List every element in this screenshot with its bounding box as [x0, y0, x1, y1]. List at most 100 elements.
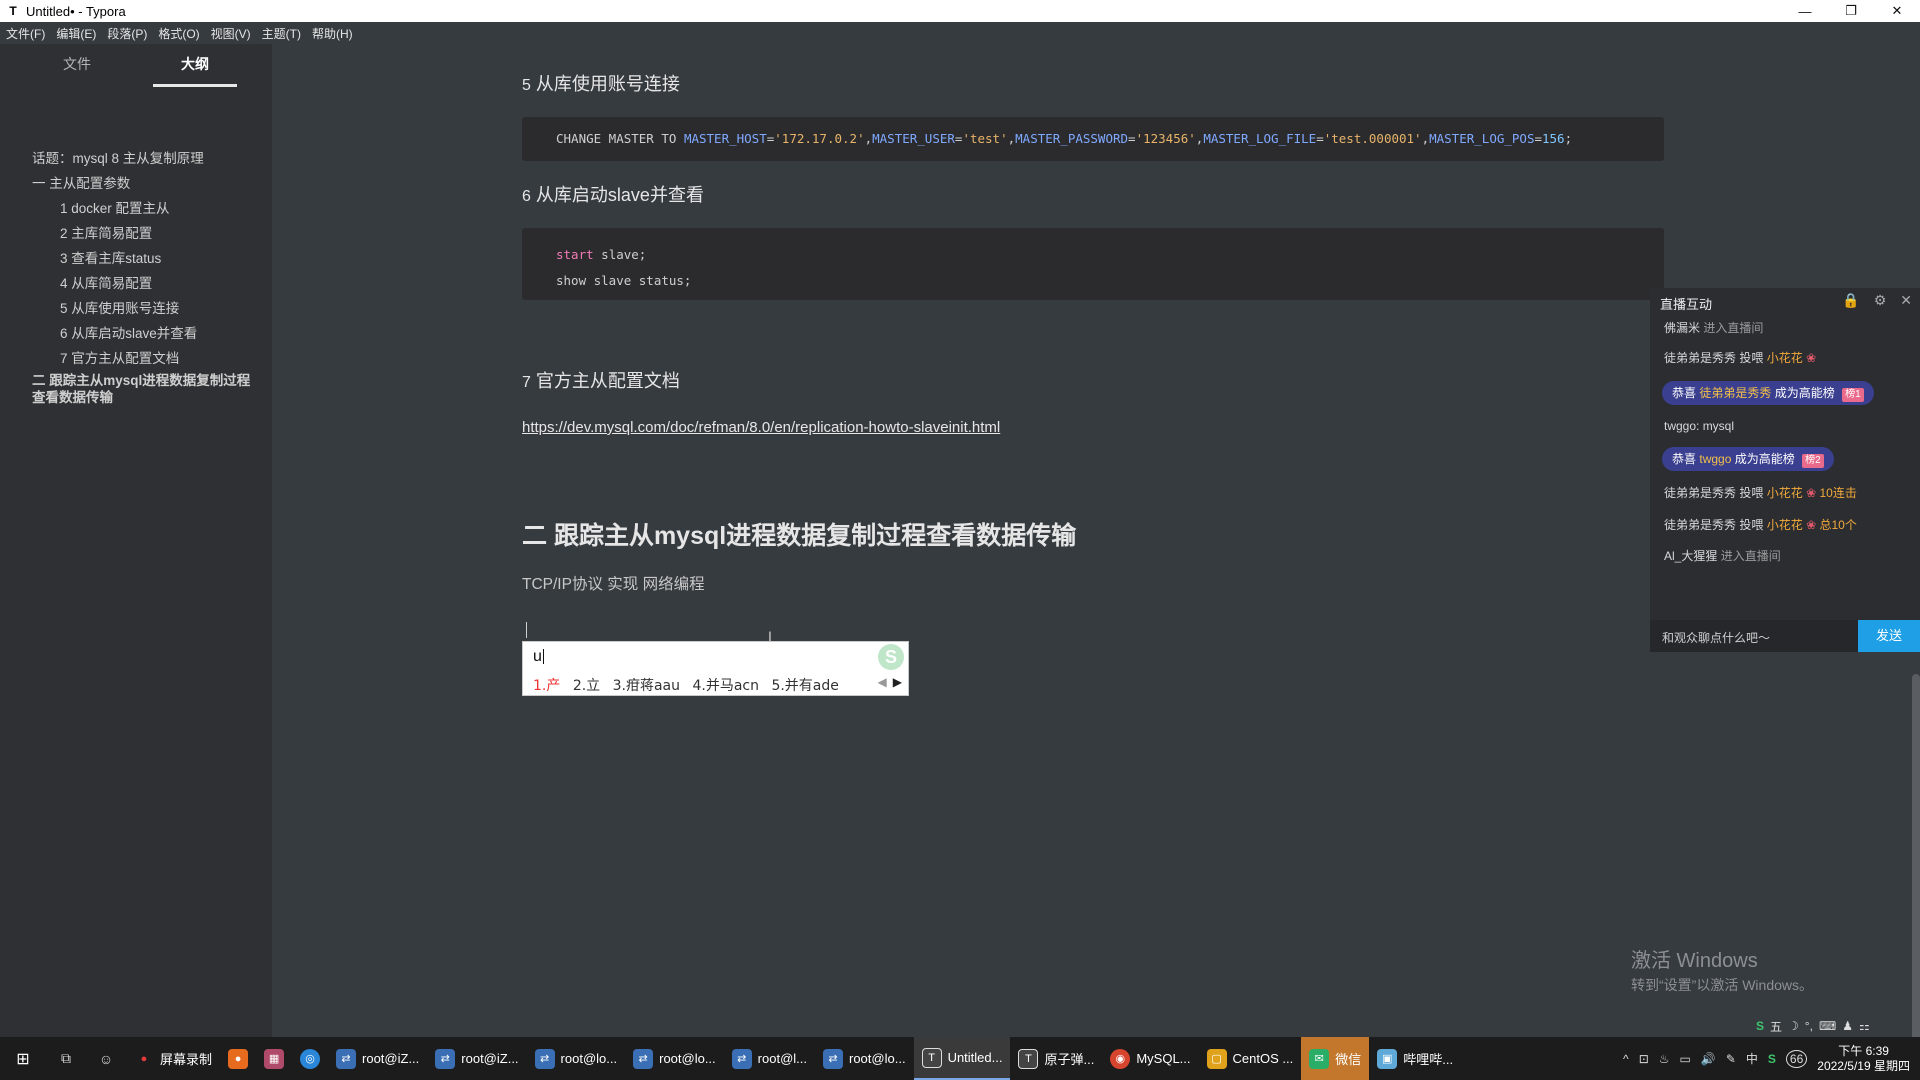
taskbar-item-terminal[interactable]: ⇄ root@lo... — [527, 1037, 626, 1080]
code-block-start-slave[interactable]: start slave; show slave status; — [522, 228, 1664, 300]
menu-format[interactable]: 格式(O) — [158, 25, 199, 42]
outline-item[interactable]: 一 主从配置参数 — [32, 172, 130, 192]
pen-icon[interactable]: ✎ — [1726, 1052, 1736, 1066]
menu-view[interactable]: 视图(V) — [211, 25, 251, 42]
lock-icon[interactable]: 🔒 — [1842, 292, 1859, 309]
outline-item[interactable]: 5 从库使用账号连接 — [60, 297, 179, 317]
flower-icon: ❀ — [1806, 486, 1817, 500]
taskbar-item-sync[interactable]: ◎ — [292, 1037, 328, 1080]
taskbar-item-screen-record[interactable]: ● 屏幕录制 — [126, 1037, 220, 1080]
live-chat-panel: 直播互动 🔒 ⚙ ✕ 佛漏米 进入直播间 徒弟弟是秀秀 投喂 小花花 ❀ 恭喜 … — [1650, 288, 1920, 652]
taskbar-item-terminal[interactable]: ⇄ root@l... — [724, 1037, 815, 1080]
ime-candidate[interactable]: 5.并有ade — [771, 678, 838, 694]
terminal-icon: ⇄ — [435, 1048, 456, 1069]
activation-watermark: 激活 Windows 转到“设置”以激活 Windows。 — [1631, 950, 1814, 993]
record-icon: ● — [140, 1052, 148, 1065]
maximize-button[interactable]: ❐ — [1828, 0, 1874, 22]
ime-toolbar: S 五 ☽ °, ⌨ ♟ ⚏ — [1756, 1016, 1870, 1036]
chat-message: 佛漏米 进入直播间 — [1664, 321, 1764, 335]
outline-item[interactable]: 1 docker 配置主从 — [60, 197, 170, 217]
system-tray: ^ ⊡ ♨ ▭ 🔊 ✎ 中 S 66 下午 6:39 2022/5/19 星期四 — [1623, 1037, 1920, 1080]
vm-icon: ▢ — [1206, 1048, 1227, 1069]
taskbar-item-typora-doc[interactable]: T 原子弹... — [1010, 1037, 1102, 1080]
moon-icon[interactable]: ☽ — [1788, 1019, 1799, 1033]
ime-candidate[interactable]: 1.产 — [533, 678, 560, 694]
flower-icon: ❀ — [1806, 518, 1817, 532]
show-hidden-icons-icon[interactable]: ^ — [1623, 1052, 1629, 1066]
outline-item[interactable]: 话题：mysql 8 主从复制原理 — [32, 147, 204, 167]
windows-start-icon[interactable]: ⊞ — [0, 1037, 46, 1080]
volume-icon[interactable]: 🔊 — [1701, 1052, 1716, 1066]
chat-input[interactable]: 和观众聊点什么吧～ — [1662, 629, 1770, 646]
typora-app-icon: T — [9, 4, 17, 18]
task-view-icon[interactable]: ⧉ — [46, 1037, 86, 1080]
clock[interactable]: 下午 6:39 2022/5/19 星期四 — [1817, 1044, 1910, 1074]
vertical-scrollbar[interactable] — [1912, 674, 1920, 1054]
menu-paragraph[interactable]: 段落(P) — [107, 25, 147, 42]
heading-5: 5 从库使用账号连接 — [522, 74, 680, 94]
network-icon[interactable]: ▭ — [1680, 1052, 1691, 1066]
app-avatar-icon[interactable]: ☺ — [86, 1037, 126, 1080]
wubi-mode-icon[interactable]: 五 — [1770, 1018, 1782, 1035]
terminal-icon: ⇄ — [633, 1048, 654, 1069]
taskbar-item-bilibili[interactable]: ▣ 哔哩哔... — [1369, 1037, 1461, 1080]
outline-item[interactable]: 2 主库简易配置 — [60, 222, 152, 242]
code-block-change-master[interactable]: CHANGE MASTER TO MASTER_HOST='172.17.0.2… — [522, 117, 1664, 161]
minimize-button[interactable]: — — [1782, 0, 1828, 22]
user-icon[interactable]: ♟ — [1842, 1019, 1853, 1033]
menu-theme[interactable]: 主题(T) — [262, 25, 301, 42]
ime-prev-icon[interactable]: ◀ — [878, 675, 887, 689]
chat-message: twggo: mysql — [1664, 419, 1735, 433]
outline-item[interactable]: 4 从库简易配置 — [60, 272, 152, 292]
send-button[interactable]: 发送 — [1858, 620, 1920, 652]
menu-edit[interactable]: 编辑(E) — [56, 25, 96, 42]
antivirus-icon[interactable]: ♨ — [1659, 1052, 1670, 1066]
outline-item[interactable]: 7 官方主从配置文档 — [60, 347, 179, 367]
ime-candidate[interactable]: 2.立 — [573, 678, 600, 694]
outline-item[interactable]: 二 跟踪主从mysql进程数据复制过程查看数据传输 — [32, 372, 252, 406]
outline-item[interactable]: 6 从库启动slave并查看 — [60, 322, 197, 342]
tab-files[interactable]: 文件 — [63, 54, 91, 74]
taskbar-item-wechat[interactable]: ✉ 微信 — [1301, 1037, 1370, 1080]
punctuation-icon[interactable]: °, — [1805, 1019, 1813, 1033]
sogou-tray-icon[interactable]: S — [1768, 1052, 1776, 1066]
ime-next-icon[interactable]: ▶ — [893, 675, 902, 689]
taskbar-item-firefox[interactable]: ● — [220, 1037, 256, 1080]
typora-icon: T — [921, 1047, 942, 1068]
ime-candidate[interactable]: 4.并马acn — [692, 678, 759, 694]
active-tab-indicator — [153, 84, 237, 87]
ime-candidates: 1.产 2.立 3.疳蒋aau 4.并马acn 5.并有ade — [533, 675, 847, 695]
menu-file[interactable]: 文件(F) — [6, 25, 45, 42]
battery-badge[interactable]: 66 — [1785, 1049, 1808, 1068]
taskbar-item-terminal[interactable]: ⇄ root@lo... — [625, 1037, 724, 1080]
gear-icon[interactable]: ⚙ — [1874, 292, 1887, 309]
doc-link[interactable]: https://dev.mysql.com/doc/refman/8.0/en/… — [522, 419, 1000, 436]
outline-item[interactable]: 3 查看主库status — [60, 247, 161, 267]
taskbar-item-typora-untitled[interactable]: T Untitled... — [913, 1037, 1011, 1080]
code-line: start slave; — [556, 247, 647, 262]
keyboard-icon[interactable]: ⌨ — [1819, 1019, 1836, 1033]
menu-help[interactable]: 帮助(H) — [312, 25, 353, 42]
sidebar: 文件 大纲 话题：mysql 8 主从复制原理 一 主从配置参数 1 docke… — [0, 44, 272, 1037]
close-button[interactable]: ✕ — [1874, 0, 1920, 22]
ime-candidate[interactable]: 3.疳蒋aau — [613, 678, 680, 694]
chrome-icon: ◉ — [1110, 1048, 1131, 1069]
screen-icon[interactable]: ⊡ — [1639, 1052, 1649, 1066]
sogou-icon[interactable]: S — [1756, 1019, 1764, 1033]
taskbar-item-terminal[interactable]: ⇄ root@iZ... — [427, 1037, 526, 1080]
app-icon: ▦ — [264, 1048, 285, 1069]
taskbar-item-vm[interactable]: ▢ CentOS ... — [1199, 1037, 1302, 1080]
taskbar-item-app[interactable]: ▦ — [256, 1037, 292, 1080]
taskbar-item-terminal[interactable]: ⇄ root@iZ... — [328, 1037, 427, 1080]
tab-outline[interactable]: 大纲 — [181, 54, 209, 74]
terminal-icon: ⇄ — [731, 1048, 752, 1069]
input-language-icon[interactable]: 中 — [1746, 1050, 1758, 1067]
taskbar-item-terminal[interactable]: ⇄ root@lo... — [815, 1037, 914, 1080]
grid-icon[interactable]: ⚏ — [1859, 1019, 1870, 1033]
close-icon[interactable]: ✕ — [1900, 292, 1912, 309]
sync-icon: ◎ — [300, 1048, 321, 1069]
ime-composition: u — [533, 648, 544, 665]
taskbar-item-chrome[interactable]: ◉ MySQL... — [1102, 1037, 1198, 1080]
sidebar-tabs: 文件 大纲 — [0, 54, 272, 84]
wechat-icon: ✉ — [1309, 1048, 1330, 1069]
